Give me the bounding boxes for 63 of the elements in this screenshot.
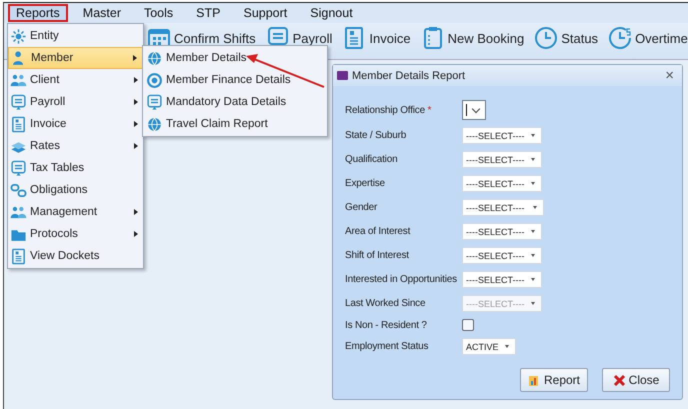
close-button[interactable]: Close [602,368,670,392]
menu-bar-item[interactable]: Master [74,4,129,22]
menu-bar-item[interactable]: Support [235,4,296,22]
document-icon [10,248,27,264]
field-label: Relationship Office * [345,104,432,116]
menu-item[interactable]: Member [8,47,143,69]
dropdown-field[interactable]: ACTIVE [462,338,516,355]
clock-dollar-icon [608,26,632,50]
menu-item[interactable]: Travel Claim Report [143,113,327,135]
menu-item[interactable]: Protocols [8,223,143,245]
menu-item[interactable]: Obligations [8,179,143,201]
required-mark: * [428,104,432,116]
globe-icon [146,116,163,132]
sun-icon [10,28,27,44]
menu-item[interactable]: Member Finance Details [143,69,327,91]
app-logo-icon [337,71,348,80]
field-label: Is Non - Resident ? [345,320,428,330]
field-label: Qualification [345,154,398,165]
field-label: Employment Status [345,341,430,352]
dropdown-field[interactable]: ----SELECT---- [462,175,542,192]
dropdown-field[interactable]: ----SELECT---- [462,199,544,216]
globe-icon [146,50,163,66]
clock-icon [534,26,558,50]
chart-icon [528,374,541,386]
menu-item[interactable]: View Dockets [8,245,143,267]
report-button[interactable]: Report [520,368,588,392]
dropdown-field[interactable]: ----SELECT---- [462,271,542,288]
menu-item[interactable]: Tax Tables [8,157,143,179]
toolbar-button[interactable]: Status [532,25,600,51]
menu-item[interactable]: Rates [8,135,143,157]
toolbar-button[interactable]: New Booking [418,25,526,51]
dropdown-field[interactable]: ----SELECT---- [462,127,542,144]
field-label: Expertise [345,178,386,189]
dropdown-field[interactable] [462,100,486,120]
menu-bar-item[interactable]: Signout [302,4,361,22]
menu-item[interactable]: Entity [8,25,143,47]
field-label: Gender [345,202,378,213]
menu-bar-item[interactable]: Reports [8,4,68,22]
monitor-icon [146,94,163,110]
monitor-icon [10,160,27,176]
field-label: State / Suburb [345,130,408,141]
dropdown-field[interactable]: ----SELECT---- [462,151,542,168]
field-label: Shift of Interest [345,250,410,261]
toolbar-button[interactable]: Overtime [606,25,688,51]
menu-bar-item[interactable]: STP [188,4,228,22]
dropdown-field[interactable]: ----SELECT---- [462,247,542,264]
toolbar-button[interactable]: Invoice [340,25,413,51]
checkbox[interactable] [462,319,474,331]
menu-item[interactable]: Payroll [8,91,143,113]
chain-icon [10,182,27,198]
menu-bar-item[interactable]: Tools [136,4,182,22]
dialog-title: Member Details Report [352,70,466,82]
field-label: Area of Interest [345,226,412,237]
menu-item[interactable]: Invoice [8,113,143,135]
menu-item[interactable]: Mandatory Data Details [143,91,327,113]
menu-item[interactable]: Management [8,201,143,223]
field-label: Interested in Opportunities [345,274,458,285]
cross-icon [612,374,626,386]
monitor-icon [10,94,27,110]
field-label: Last Worked Since [345,298,426,309]
document-icon [10,116,27,132]
dropdown-field[interactable]: ----SELECT---- [462,223,542,240]
menu-item[interactable]: Client [8,69,143,91]
